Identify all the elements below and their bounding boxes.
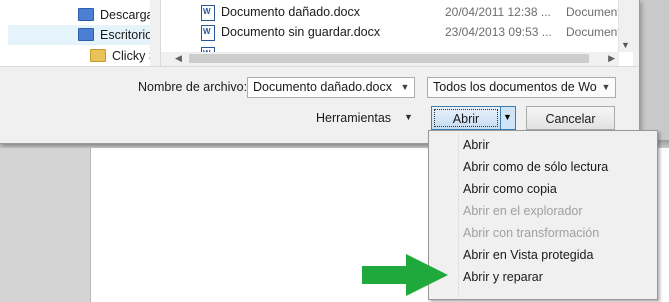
menu-item-transform: Abrir con transformación	[463, 226, 600, 240]
menu-item-browser: Abrir en el explorador	[463, 204, 583, 218]
chevron-down-icon[interactable]: ▼	[397, 79, 413, 96]
divider	[0, 66, 639, 67]
tools-dropdown-icon[interactable]: ▼	[404, 112, 413, 122]
open-button[interactable]: Abrir	[431, 106, 501, 130]
chevron-down-icon[interactable]: ▼	[598, 79, 614, 96]
cancel-button-label: Cancelar	[545, 112, 596, 126]
desktop-folder-icon	[78, 28, 94, 42]
file-list: Documento dañado.docx 20/04/2011 12:38 .…	[160, 0, 633, 66]
folder-icon	[90, 49, 106, 63]
nav-item-label: Clicky Sof	[112, 49, 150, 63]
file-type-select[interactable]: Todos los documentos de Word ▼	[427, 77, 616, 98]
open-options-menu: Abrir Abrir como de sólo lectura Abrir c…	[428, 130, 658, 300]
open-options-button[interactable]: ▼	[501, 106, 516, 130]
scroll-thumb[interactable]	[189, 54, 589, 63]
download-folder-icon	[78, 8, 94, 22]
horizontal-scrollbar[interactable]: ◀ ▶	[161, 52, 619, 66]
filename-input[interactable]: Documento dañado.docx ▼	[247, 77, 415, 98]
file-row-partial[interactable]	[161, 44, 619, 52]
menu-item-copy[interactable]: Abrir como copia	[463, 178, 557, 200]
highlight-arrow-icon	[362, 254, 448, 296]
navigation-pane: Descargas Escritorio Clicky Sof	[0, 0, 150, 66]
menu-item-abrir[interactable]: Abrir	[463, 134, 489, 156]
open-file-dialog: Descargas Escritorio Clicky Sof Document…	[0, 0, 640, 144]
menu-item-open-and-repair[interactable]: Abrir y reparar	[463, 266, 543, 288]
scroll-left-icon[interactable]: ◀	[175, 53, 182, 64]
cancel-button[interactable]: Cancelar	[526, 106, 615, 130]
nav-item-descargas[interactable]: Descargas	[78, 5, 150, 25]
nav-item-label: Descargas	[100, 8, 150, 22]
file-date: 20/04/2011 12:38 ...	[445, 5, 551, 19]
nav-item-escritorio[interactable]: Escritorio	[8, 25, 150, 45]
filename-value: Documento dañado.docx	[253, 80, 392, 94]
nav-item-clicky[interactable]: Clicky Sof	[90, 46, 150, 66]
focus-ring	[434, 109, 498, 127]
menu-item-read-only[interactable]: Abrir como de sólo lectura	[463, 156, 608, 178]
nav-item-label: Escritorio	[100, 28, 150, 42]
chevron-down-icon: ▼	[503, 112, 512, 122]
file-type-value: Todos los documentos de Word	[433, 80, 597, 94]
word-document-icon	[201, 25, 215, 41]
menu-gutter	[458, 133, 459, 297]
word-document-icon	[201, 5, 215, 21]
menu-item-protected-view[interactable]: Abrir en Vista protegida	[463, 244, 593, 266]
file-name: Documento sin guardar.docx	[221, 25, 381, 39]
file-row[interactable]: Documento dañado.docx 20/04/2011 12:38 .…	[161, 2, 627, 22]
file-name: Documento dañado.docx	[221, 5, 360, 19]
filename-label: Nombre de archivo:	[138, 80, 248, 94]
tools-button[interactable]: Herramientas	[316, 111, 391, 125]
scroll-down-icon[interactable]: ▼	[621, 40, 630, 50]
app-background	[0, 148, 90, 302]
vertical-scrollbar[interactable]: ▼	[618, 0, 633, 52]
file-date: 23/04/2013 09:53 ...	[445, 25, 552, 39]
file-row[interactable]: Documento sin guardar.docx 23/04/2013 09…	[161, 22, 627, 42]
scroll-right-icon[interactable]: ▶	[608, 53, 615, 64]
